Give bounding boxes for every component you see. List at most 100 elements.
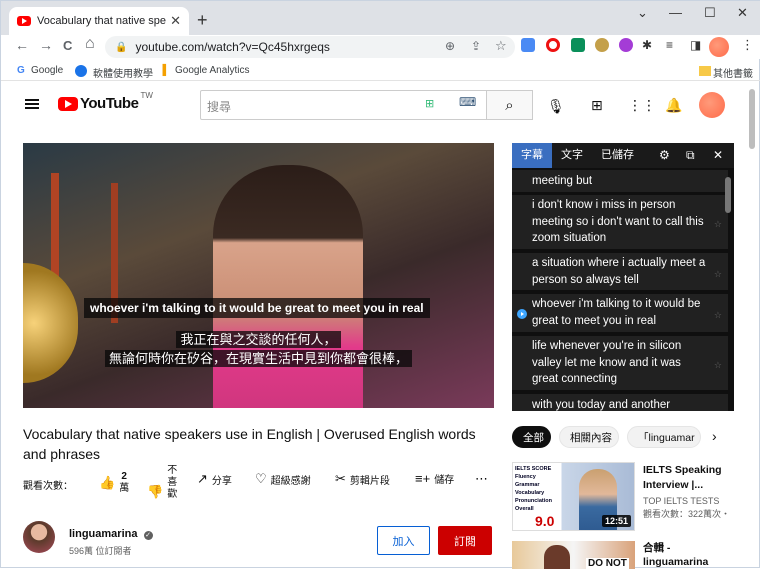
- subscribe-button[interactable]: 訂閱: [438, 526, 492, 555]
- tab-text[interactable]: 文字: [552, 143, 592, 168]
- logo-region: TW: [140, 91, 153, 100]
- like-count: 2: [121, 471, 127, 482]
- tab-close-icon[interactable]: ✕: [170, 13, 181, 29]
- channel-name[interactable]: linguamarina ✓: [69, 528, 153, 540]
- rec-thumbnail[interactable]: IELTS SCORE Fluency Grammar Vocabulary P…: [512, 462, 635, 531]
- playlist-add-icon: ≡+: [415, 471, 431, 486]
- extension-purple-icon[interactable]: [619, 38, 633, 52]
- super-thanks-button[interactable]: ♡ 超級感謝: [255, 471, 311, 487]
- bookmark-star-icon[interactable]: ☆: [495, 38, 507, 54]
- close-panel-icon[interactable]: ✕: [713, 148, 723, 162]
- transcript-line[interactable]: a situation where i actually meet a pers…: [512, 253, 728, 290]
- bookmark-software-tutorial[interactable]: 軟體使用教學: [93, 65, 153, 80]
- transcript-line[interactable]: i don't know i miss in person meeting so…: [512, 195, 728, 249]
- settings-gear-icon[interactable]: ⚙: [659, 148, 670, 162]
- chip-channel[interactable]: 「linguamar: [627, 426, 701, 448]
- star-icon[interactable]: ☆: [714, 357, 722, 374]
- tab-strip: Vocabulary that native speaker ✕ + ⌄ — ☐…: [1, 1, 760, 35]
- chrome-menu-icon[interactable]: ⋮: [741, 37, 754, 53]
- join-button[interactable]: 加入: [377, 526, 430, 555]
- rec-title[interactable]: 合輯 - linguamarina: [643, 541, 738, 569]
- install-icon[interactable]: ⊕: [445, 39, 455, 53]
- star-icon[interactable]: ☆: [714, 307, 722, 324]
- home-button[interactable]: ⌂: [85, 35, 95, 53]
- keyboard-icon[interactable]: ⌨: [459, 95, 476, 109]
- rec-title[interactable]: IELTS Speaking Interview |...: [643, 463, 738, 493]
- account-avatar[interactable]: [699, 92, 725, 118]
- opera-icon[interactable]: [546, 38, 560, 52]
- transcript-line-current[interactable]: whoever i'm talking to it would be great…: [512, 294, 728, 332]
- close-window-button[interactable]: ✕: [737, 5, 748, 21]
- apps-icon[interactable]: ⋮⋮: [628, 97, 656, 114]
- share-label: 分享: [211, 475, 232, 487]
- transcript-line[interactable]: with you today and another: [512, 394, 728, 411]
- subscriber-count: 596萬 位訂閱者: [69, 546, 132, 556]
- search-placeholder: 搜尋: [207, 100, 232, 114]
- caption-chinese-line1: 我正在與之交談的任何人，: [23, 329, 494, 348]
- transcript-line[interactable]: life whenever you're in silicon valley l…: [512, 336, 728, 390]
- other-bookmarks[interactable]: 其他書籤: [713, 65, 753, 80]
- maximize-button[interactable]: ☐: [704, 5, 716, 21]
- chip-related[interactable]: 相關內容: [559, 426, 619, 448]
- extensions-puzzle-icon[interactable]: ✱: [642, 38, 652, 52]
- tab-saved[interactable]: 已儲存: [592, 143, 643, 168]
- logo-text: YouTube: [80, 95, 139, 112]
- verified-icon: ✓: [143, 531, 153, 540]
- like-unit: 萬: [119, 483, 130, 494]
- lock-icon: 🔒: [115, 41, 128, 53]
- channel-avatar[interactable]: [23, 521, 55, 553]
- tab-search-icon[interactable]: ⌄: [637, 5, 648, 21]
- transcript-line[interactable]: meeting but: [512, 170, 728, 192]
- thumb-text: DO NOT: [586, 558, 629, 569]
- notifications-bell-icon[interactable]: 🔔: [665, 97, 682, 114]
- browser-tab[interactable]: Vocabulary that native speaker ✕: [9, 7, 189, 35]
- star-icon[interactable]: ☆: [714, 216, 722, 233]
- chips-next-icon[interactable]: ›: [712, 428, 717, 444]
- back-button[interactable]: ←: [15, 37, 29, 53]
- chip-all[interactable]: 全部: [512, 426, 551, 448]
- search-icon: ⌕: [505, 96, 514, 114]
- reload-button[interactable]: C: [63, 38, 72, 53]
- share-button[interactable]: ↗ 分享: [197, 471, 232, 487]
- menu-icon[interactable]: [25, 99, 39, 109]
- save-button[interactable]: ≡+ 儲存: [415, 471, 454, 486]
- extension-green-icon[interactable]: [571, 38, 585, 52]
- extension-pangolin-icon[interactable]: [595, 38, 609, 52]
- create-video-icon[interactable]: ⊞: [591, 97, 603, 114]
- rec-views: 觀看次數：322萬次・: [643, 509, 731, 519]
- search-button[interactable]: ⌕: [487, 90, 533, 120]
- star-icon[interactable]: ☆: [714, 266, 722, 283]
- rec-thumbnail[interactable]: DO NOT: [512, 541, 635, 569]
- reading-list-icon[interactable]: ≡: [666, 38, 673, 52]
- thumb-presenter: [544, 545, 570, 569]
- bookmark-analytics[interactable]: Google Analytics: [175, 65, 250, 76]
- youtube-logo[interactable]: YouTube TW: [58, 91, 153, 112]
- forward-button[interactable]: →: [39, 37, 53, 53]
- like-button[interactable]: 👍 2 萬: [99, 471, 129, 495]
- bookmarks-bar: G Google 軟體使用教學 ▐ Google Analytics 其他書籤: [1, 61, 760, 81]
- video-player[interactable]: whoever i'm talking to it would be great…: [23, 143, 494, 408]
- browser-window: Vocabulary that native speaker ✕ + ⌄ — ☐…: [0, 0, 760, 569]
- thumb-score-list: IELTS SCORE Fluency Grammar Vocabulary P…: [515, 466, 552, 512]
- folder-icon: [699, 66, 711, 76]
- page-scrollbar[interactable]: [749, 89, 755, 149]
- minimize-button[interactable]: —: [669, 5, 682, 20]
- dislike-button[interactable]: 👎 不喜歡: [147, 465, 177, 501]
- translate-ext-icon[interactable]: ⊞: [425, 97, 434, 110]
- popout-icon[interactable]: ⧉: [686, 148, 695, 163]
- tab-subtitles[interactable]: 字幕: [512, 143, 552, 168]
- extension-translate-icon[interactable]: [521, 38, 535, 52]
- profile-avatar[interactable]: [709, 37, 729, 57]
- youtube-header: YouTube TW 搜尋 ⊞ ⌨ ⌕ 🎙 ⊞ ⋮⋮ 🔔: [1, 83, 746, 127]
- transcript-tabs: 字幕 文字 已儲存: [512, 143, 734, 168]
- transcript-scrollbar[interactable]: [725, 177, 731, 213]
- side-panel-icon[interactable]: ◨: [690, 38, 701, 52]
- bookmark-google[interactable]: Google: [31, 65, 63, 76]
- clip-button[interactable]: ✂ 剪輯片段: [335, 471, 390, 487]
- new-tab-button[interactable]: +: [197, 10, 208, 31]
- youtube-play-icon: [58, 96, 78, 111]
- share-page-icon[interactable]: ⇪: [471, 39, 481, 53]
- more-actions-button[interactable]: ⋯: [475, 471, 488, 487]
- voice-search-icon[interactable]: 🎙: [547, 98, 565, 115]
- search-input[interactable]: 搜尋 ⊞ ⌨: [200, 90, 487, 120]
